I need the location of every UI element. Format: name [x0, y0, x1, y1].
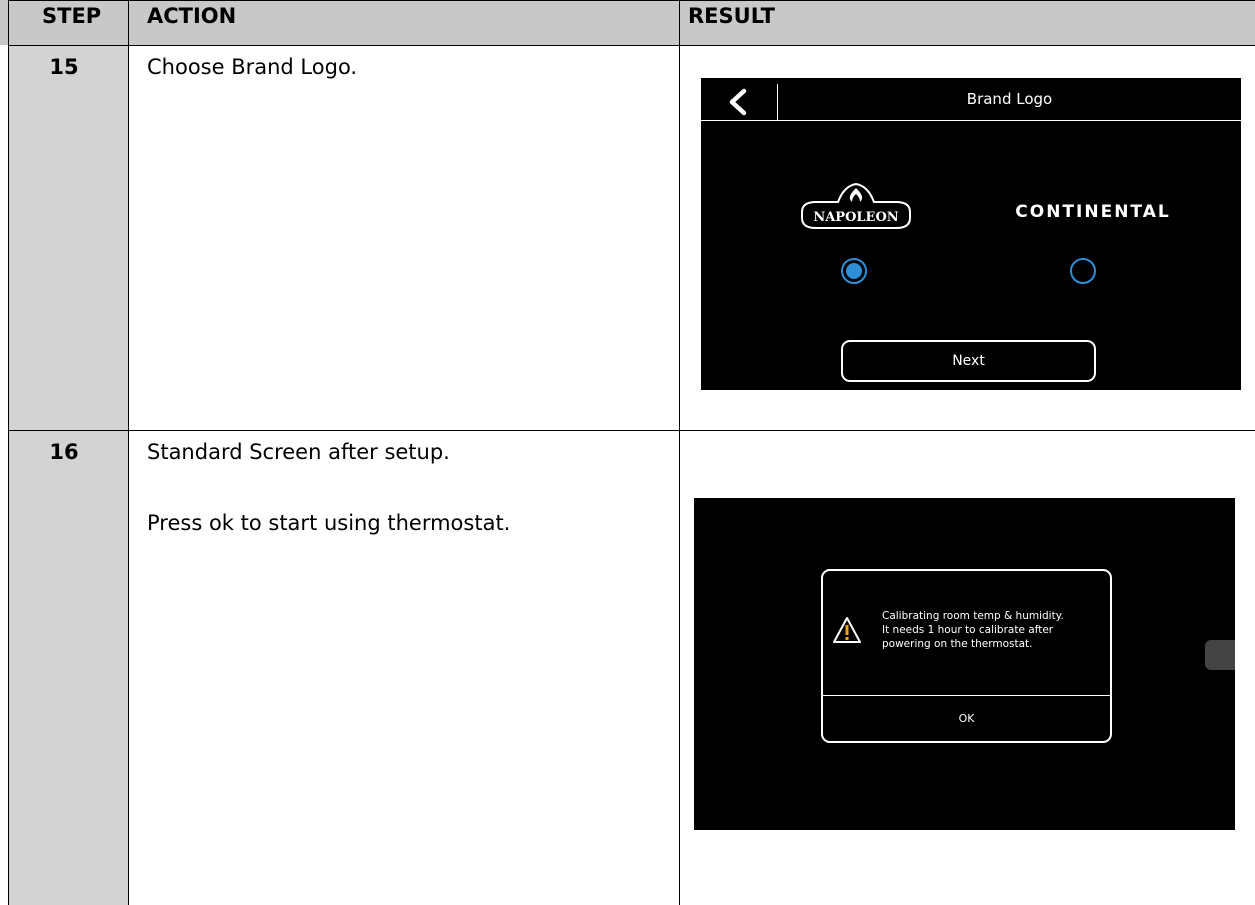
header-action: ACTION — [147, 4, 237, 28]
warning-icon — [833, 617, 861, 643]
radio-napoleon[interactable] — [841, 258, 867, 284]
header-underline — [701, 120, 1241, 121]
action-text: Press ok to start using thermostat. — [147, 511, 511, 535]
dialog-line: It needs 1 hour to calibrate after — [882, 624, 1054, 636]
action-text: Choose Brand Logo. — [147, 55, 358, 79]
svg-text:NAPOLEON: NAPOLEON — [813, 210, 898, 225]
steps-table: STEP ACTION RESULT 15 Choose Brand Logo.… — [0, 0, 1255, 905]
action-text: Standard Screen after setup. — [147, 440, 450, 464]
side-tab[interactable] — [1205, 640, 1235, 670]
header-divider — [8, 45, 1255, 46]
brand-logo-screen: Brand Logo NAPOLEON CONTINENTAL Next — [701, 78, 1241, 390]
calibration-dialog: Calibrating room temp & humidity. It nee… — [821, 569, 1112, 743]
radio-selected-dot — [846, 263, 862, 279]
screen-title: Brand Logo — [966, 90, 1053, 108]
step-column — [9, 45, 128, 905]
dialog-message: Calibrating room temp & humidity. It nee… — [882, 609, 1102, 651]
chevron-left-icon[interactable] — [727, 88, 749, 116]
radio-continental[interactable] — [1070, 258, 1096, 284]
ok-button[interactable]: OK — [823, 696, 1110, 741]
header-step: STEP — [42, 4, 102, 28]
col-divider-2 — [679, 0, 680, 905]
continental-logo[interactable]: CONTINENTAL — [993, 202, 1193, 222]
table-border-top — [8, 0, 1255, 1]
dialog-line: Calibrating room temp & humidity. — [882, 610, 1064, 622]
calibration-screen: Calibrating room temp & humidity. It nee… — [694, 498, 1235, 830]
col-divider-1 — [128, 0, 129, 905]
step-number: 15 — [49, 55, 79, 79]
next-button[interactable]: Next — [841, 340, 1096, 382]
row-divider — [8, 430, 1255, 431]
step-number: 16 — [49, 440, 79, 464]
header-result: RESULT — [688, 4, 775, 28]
dialog-line: powering on the thermostat. — [882, 638, 1033, 650]
napoleon-logo[interactable]: NAPOLEON — [794, 178, 918, 234]
